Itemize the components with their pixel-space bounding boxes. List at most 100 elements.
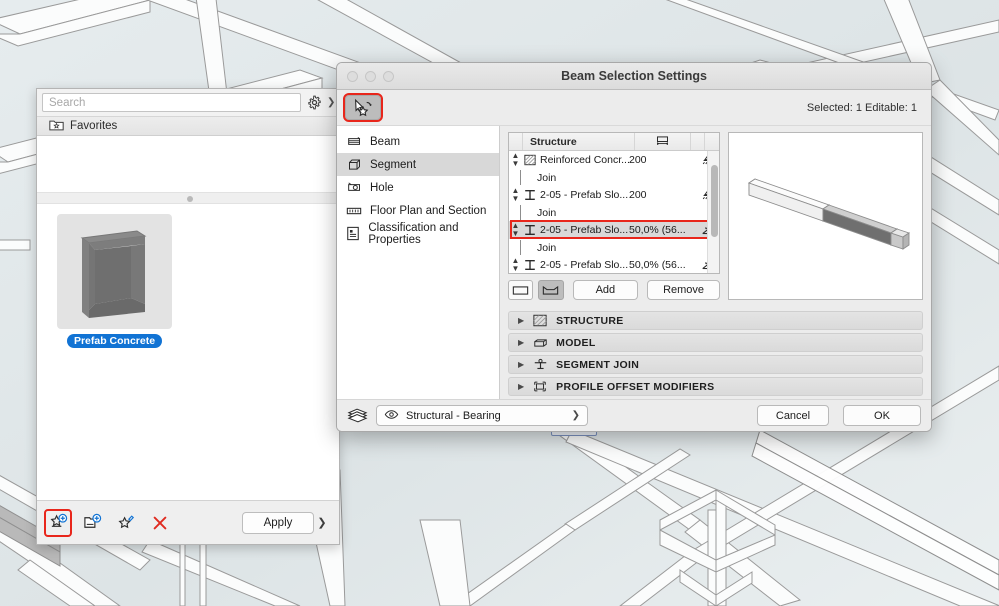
segment-name: 2-05 - Prefab Slo... [540, 189, 629, 201]
section-label: MODEL [556, 336, 596, 349]
rename-favorite-icon-glyph [117, 515, 134, 529]
profile-view-icon[interactable] [538, 280, 564, 300]
eye-icon-glyph [384, 409, 399, 419]
table-row-selected[interactable]: ▲ ▼ 2-05 - Prefab Slo... 50,0% (56... [509, 221, 719, 239]
gear-icon[interactable] [305, 94, 323, 112]
row-drag-handle-icon[interactable]: ▲ ▼ [509, 152, 522, 168]
sidebar-item-hole[interactable]: Hole [337, 176, 499, 199]
row-drag-handle-icon[interactable]: ▲ ▼ [509, 187, 522, 203]
add-button[interactable]: Add [572, 280, 639, 300]
join-row[interactable]: Join [509, 204, 719, 221]
list-item[interactable]: Prefab Concrete [57, 214, 172, 348]
join-label: Join [537, 241, 557, 254]
arrow-favorite-icon-glyph [354, 98, 372, 117]
header-structure-col[interactable]: Structure [523, 133, 635, 150]
sidebar-item-label: Classification and Properties [368, 221, 459, 246]
i-profile-icon-glyph [525, 190, 535, 200]
arrow-favorite-icon[interactable] [345, 95, 381, 120]
new-folder-icon[interactable] [80, 511, 104, 535]
beam-selection-settings-dialog: Beam Selection Settings Selected: 1 Edit… [336, 62, 932, 432]
beam-icon-glyph [347, 136, 360, 145]
window-controls [337, 70, 394, 82]
join-row[interactable]: Join [509, 169, 719, 186]
model-box-icon-glyph [533, 338, 547, 347]
table-row[interactable]: ▲ ▼ 2-05 - Prefab Slo... 50,0% (56... [509, 256, 719, 273]
favorites-header-row[interactable]: Favorites [37, 116, 339, 136]
segment-list-panel: Structure ▲ ▼ Reinforced Concr... 200 Jo… [508, 132, 720, 300]
join-label: Join [537, 206, 557, 219]
i-profile-icon [522, 224, 538, 236]
header-end-col [691, 133, 705, 150]
eye-icon [384, 409, 399, 423]
layers-icon[interactable] [346, 407, 368, 425]
cancel-button[interactable]: Cancel [757, 405, 829, 426]
length-dimension-icon[interactable] [635, 133, 691, 150]
favorites-list[interactable]: Prefab Concrete [37, 136, 339, 500]
segment-list-header: Structure [509, 133, 719, 151]
join-row[interactable]: Join [509, 239, 719, 256]
beam-3d-preview-glyph [747, 177, 910, 250]
apply-button[interactable]: Apply [242, 511, 314, 534]
table-row[interactable]: ▲ ▼ 2-05 - Prefab Slo... 200 [509, 186, 719, 204]
beam-3d-preview[interactable] [728, 132, 923, 300]
sidebar-item-label: Floor Plan and Section [370, 204, 487, 217]
row-drag-handle-icon[interactable]: ▲ ▼ [509, 222, 522, 238]
segment-name: 2-05 - Prefab Slo... [540, 259, 629, 271]
rectangle-view-icon-glyph [512, 285, 529, 295]
layer-select[interactable]: Structural - Bearing ❯ [376, 405, 588, 426]
zoom-icon[interactable] [383, 70, 394, 82]
layers-icon-glyph [347, 408, 367, 423]
hatched-profile-icon-glyph [524, 154, 536, 166]
i-profile-icon [522, 259, 538, 271]
minimize-icon[interactable] [365, 70, 376, 82]
hatched-profile-icon [522, 154, 538, 166]
close-icon[interactable] [347, 70, 358, 82]
favorites-scroll-track[interactable] [37, 192, 339, 204]
dialog-titlebar[interactable]: Beam Selection Settings [337, 63, 931, 90]
scrollbar-vertical[interactable] [707, 151, 719, 273]
favorites-scroll-knob[interactable] [187, 196, 193, 202]
chevron-right-icon[interactable]: ❯ [314, 516, 330, 529]
table-row[interactable]: ▲ ▼ Reinforced Concr... 200 [509, 151, 719, 169]
hatch-structure-icon [532, 314, 548, 328]
segment-list-rows[interactable]: ▲ ▼ Reinforced Concr... 200 Join ▲ ▼ 2-0… [509, 151, 719, 273]
chevron-right-icon[interactable]: ▶ [518, 316, 524, 325]
chevron-right-icon[interactable]: ▶ [518, 360, 524, 369]
dialog-body: Beam Segment Hole Floor Plan and Section… [337, 126, 931, 418]
floor-plan-section-icon [346, 203, 362, 219]
favorites-footer-toolbar: Apply ❯ [37, 500, 339, 544]
rename-favorite-icon[interactable] [114, 511, 138, 535]
ok-button[interactable]: OK [843, 405, 921, 426]
section-structure[interactable]: ▶ STRUCTURE [508, 311, 923, 330]
sidebar-item-floor-plan-and-section[interactable]: Floor Plan and Section [337, 199, 499, 222]
segment-length: 200 [629, 154, 647, 166]
section-model[interactable]: ▶ MODEL [508, 333, 923, 352]
scrollbar-thumb[interactable] [711, 165, 718, 237]
segment-length: 50,0% (56... [629, 259, 686, 271]
chevron-right-icon[interactable]: ▶ [518, 382, 524, 391]
sidebar-item-classification-and-properties[interactable]: Classification and Properties [337, 221, 499, 246]
favorites-mode-button-highlight [343, 93, 383, 122]
section-segment-join[interactable]: ▶ SEGMENT JOIN [508, 355, 923, 374]
remove-button[interactable]: Remove [647, 280, 720, 300]
header-scroll-col [705, 133, 719, 150]
favorites-folder-icon-glyph [49, 120, 64, 131]
sidebar-item-beam[interactable]: Beam [337, 130, 499, 153]
search-input[interactable] [42, 93, 301, 112]
save-favorite-icon[interactable] [44, 508, 72, 537]
hatch-structure-icon-glyph [533, 314, 547, 327]
chevron-right-icon[interactable]: ❯ [572, 410, 580, 421]
selection-info-label: Selected: 1 Editable: 1 [806, 101, 917, 114]
floor-plan-section-icon-glyph [346, 207, 362, 214]
chevron-right-icon[interactable]: ❯ [327, 97, 335, 108]
favorites-palette: ❯ Favorites [36, 88, 340, 545]
segment-length: 50,0% (56... [629, 224, 686, 236]
row-drag-handle-icon[interactable]: ▲ ▼ [509, 257, 522, 273]
favorite-item-label: Prefab Concrete [66, 334, 163, 348]
rectangle-view-icon[interactable] [508, 280, 534, 300]
chevron-right-icon[interactable]: ▶ [518, 338, 524, 347]
delete-favorite-icon[interactable] [148, 511, 172, 535]
segment-icon-glyph [348, 159, 360, 170]
section-profile-offset-modifiers[interactable]: ▶ PROFILE OFFSET MODIFIERS [508, 377, 923, 396]
sidebar-item-segment[interactable]: Segment [337, 153, 499, 176]
